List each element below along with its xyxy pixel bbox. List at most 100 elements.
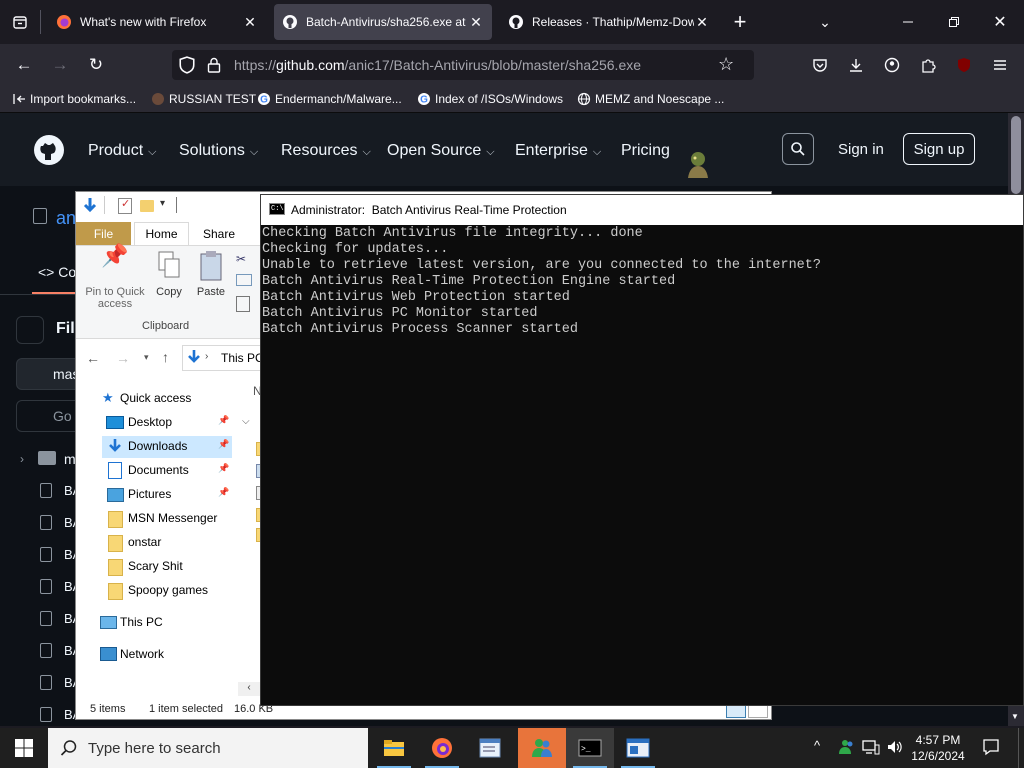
tab-batch-antivirus[interactable]: Batch-Antivirus/sha256.exe at m ✕ [274,4,492,40]
bookmark-star-icon[interactable]: ☆ [718,54,734,75]
nav-solutions[interactable]: Solutions ⌵ [179,142,258,160]
back-arrow-icon[interactable]: ← [10,51,38,79]
taskbar-search-box[interactable]: Type here to search [48,728,368,768]
close-window-icon[interactable]: ✕ [986,8,1014,36]
cut-scissors-icon[interactable]: ✂ [236,252,246,266]
taskbar-file-explorer[interactable] [370,728,418,768]
network-tray-icon[interactable] [862,739,880,758]
close-tab-icon[interactable]: ✕ [694,14,710,31]
nav-product[interactable]: Product ⌵ [88,142,156,160]
msn-tray-icon[interactable] [838,738,856,759]
scroll-down-arrow-icon[interactable]: ▼ [1011,712,1019,721]
bookmark-import[interactable]: Import bookmarks... [12,90,136,108]
taskbar-notepad[interactable] [466,728,514,768]
breadcrumb-this-pc[interactable]: This PC [221,351,264,365]
folder-icon [38,451,56,465]
folder-name[interactable]: m [64,451,76,467]
bookmark-isos-windows[interactable]: G Index of /ISOs/Windows [417,90,563,108]
properties-icon[interactable]: ✓ [118,198,132,214]
downloads-icon[interactable] [842,51,870,79]
taskbar-cmd[interactable]: >_ [566,728,614,768]
nav-pricing[interactable]: Pricing [621,142,670,160]
up-arrow-icon[interactable]: ↑ [162,349,169,365]
lock-icon[interactable] [206,56,222,77]
url-text[interactable]: https://github.com/anic17/Batch-Antiviru… [234,57,641,73]
github-logo-icon[interactable] [33,134,65,169]
file-rows [40,483,65,735]
pocket-icon[interactable] [806,51,834,79]
nav-item-pictures[interactable]: Pictures [128,487,171,501]
nav-item-this-pc[interactable]: This PC [120,615,163,629]
notifications-icon[interactable] [982,738,1000,759]
ublock-icon[interactable] [950,51,978,79]
search-button[interactable] [782,133,814,165]
scrollbar-thumb[interactable] [1011,116,1021,194]
cmd-titlebar[interactable]: C:\ Administrator: Batch Antivirus Real-… [261,195,1023,225]
group-chevron-icon[interactable]: ⌵ [242,416,250,427]
taskbar-msn-messenger[interactable] [518,728,566,768]
volume-icon[interactable] [886,739,904,758]
chevron-down-icon[interactable]: ⌄ [811,8,839,36]
address-bar[interactable]: › This PC [182,345,272,371]
paste-shortcut-icon[interactable] [236,296,250,312]
account-icon[interactable] [878,51,906,79]
new-folder-icon[interactable] [140,200,154,212]
expand-chevron-icon[interactable]: › [20,452,24,466]
tab-code[interactable]: <> Co [38,264,76,280]
taskbar-firefox[interactable] [418,728,466,768]
copy-button[interactable]: Copy [152,250,186,300]
extensions-puzzle-icon[interactable] [914,51,942,79]
nav-item-onstar[interactable]: onstar [128,535,161,549]
nav-resources[interactable]: Resources ⌵ [281,142,371,160]
bookmark-label: MEMZ and Noescape ... [595,92,725,106]
restore-icon[interactable] [940,8,968,36]
nav-enterprise[interactable]: Enterprise ⌵ [515,142,601,160]
nav-item-desktop[interactable]: Desktop [128,415,172,429]
pin-to-quick-access-button[interactable]: 📌 Pin to Quick access [80,245,150,312]
reload-icon[interactable]: ↻ [82,51,110,79]
show-desktop-button[interactable] [1018,728,1024,768]
nav-open-source[interactable]: Open Source ⌵ [387,142,495,160]
close-tab-icon[interactable]: ✕ [242,14,258,31]
tab-whats-new[interactable]: What's new with Firefox ✕ [48,4,266,40]
tab-releases[interactable]: Releases · Thathip/Memz-Down ✕ [500,4,718,40]
nav-item-documents[interactable]: Documents [128,463,189,477]
nav-item-downloads[interactable]: Downloads [128,439,187,453]
nav-item-msn-messenger[interactable]: MSN Messenger [128,511,217,525]
customize-qat-chevron-icon[interactable]: ▾ [160,198,165,209]
list-all-tabs-icon[interactable] [6,8,34,36]
show-hidden-icons-chevron-icon[interactable]: ^ [814,738,820,753]
documents-icon [108,462,122,479]
nav-item-quick-access[interactable]: Quick access [120,391,191,405]
sign-up-button[interactable]: Sign up [903,133,975,165]
nav-item-spoopy-games[interactable]: Spoopy games [128,583,208,597]
ribbon-tab-file[interactable]: File [76,222,131,245]
site-favicon-icon [152,93,164,105]
new-tab-plus-icon[interactable]: + [726,8,754,36]
forward-arrow-icon[interactable]: → [116,350,130,366]
copy-path-icon[interactable] [236,274,252,286]
ribbon-tab-home[interactable]: Home [134,222,189,245]
nav-item-network[interactable]: Network [120,647,164,661]
sign-in-link[interactable]: Sign in [838,141,884,158]
paste-button[interactable]: Paste [192,250,230,300]
recent-locations-chevron-icon[interactable]: ▾ [144,352,149,363]
forward-arrow-icon[interactable]: → [46,51,74,79]
cmd-output[interactable]: Checking Batch Antivirus file integrity.… [261,225,1024,706]
bookmark-russian-test[interactable]: RUSSIAN TEST [151,90,256,108]
nav-item-scary-shit[interactable]: Scary Shit [128,559,183,573]
back-arrow-icon[interactable]: ← [86,350,100,366]
scroll-left-arrow-icon[interactable]: ‹ [238,682,260,696]
tracking-protection-shield-icon[interactable] [178,56,196,77]
system-clock[interactable]: 4:57 PM 12/6/2024 [908,732,968,764]
bookmark-endermanch[interactable]: G Endermanch/Malware... [257,90,402,108]
ribbon-tab-share[interactable]: Share [194,222,244,245]
taskbar-antivirus[interactable] [614,728,662,768]
start-button[interactable] [0,728,48,768]
bookmark-memz[interactable]: MEMZ and Noescape ... [577,90,724,108]
url-bar[interactable]: https://github.com/anic17/Batch-Antiviru… [172,50,754,80]
close-tab-icon[interactable]: ✕ [468,14,484,31]
collapse-panel-icon[interactable] [16,316,44,344]
menu-hamburger-icon[interactable] [986,51,1014,79]
minimize-icon[interactable] [894,8,922,36]
